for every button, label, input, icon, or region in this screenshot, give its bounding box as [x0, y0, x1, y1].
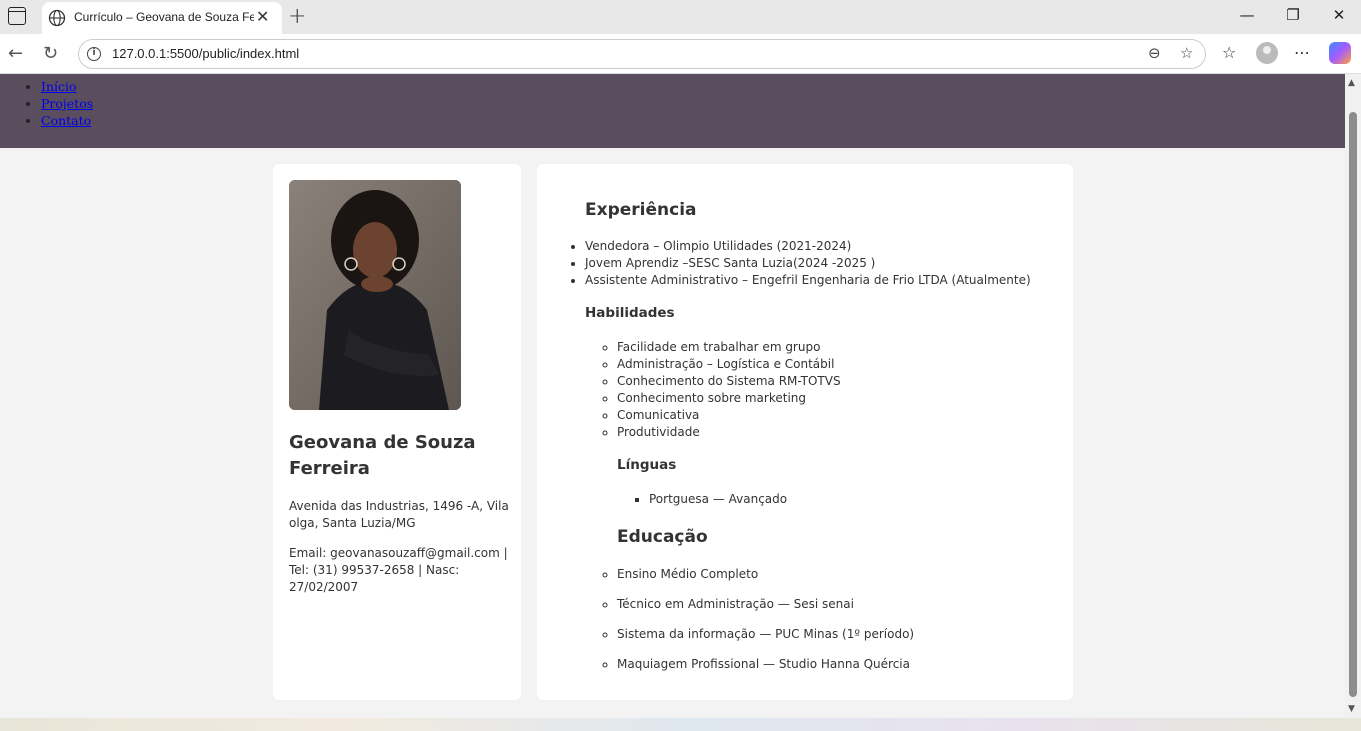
browser-toolbar: ← ↻ i 127.0.0.1:5500/public/index.html ⊖…	[0, 34, 1361, 74]
more-icon[interactable]: ⋯	[1294, 43, 1310, 62]
profile-address: Avenida das Industrias, 1496 -A, Vila ol…	[289, 499, 509, 530]
nav-item-inicio: Início	[41, 78, 93, 95]
tab-title: Currículo – Geovana de Souza Ferreira	[74, 10, 254, 24]
zoom-out-icon[interactable]: ⊖	[1148, 44, 1161, 62]
education-list: Ensino Médio Completo Técnico em Adminis…	[617, 566, 914, 686]
nav-link-projetos[interactable]: Projetos	[41, 96, 93, 111]
skills-heading: Habilidades	[585, 305, 675, 321]
list-item: Maquiagem Profissional — Studio Hanna Qu…	[617, 656, 914, 673]
address-bar[interactable]: i 127.0.0.1:5500/public/index.html ⊖ ☆	[78, 39, 1206, 69]
site-nav: Início Projetos Contato	[41, 78, 93, 129]
list-item: Sistema da informação — PUC Minas (1º pe…	[617, 626, 914, 643]
list-item: Produtividade	[617, 424, 841, 441]
list-item: Comunicativa	[617, 407, 841, 424]
scroll-up-icon[interactable]: ▲	[1348, 78, 1355, 88]
window-close-icon[interactable]: ✕	[1329, 6, 1349, 24]
scroll-thumb[interactable]	[1349, 112, 1357, 697]
list-item: Portguesa — Avançado	[649, 491, 787, 508]
favorites-icon[interactable]: ☆	[1222, 43, 1236, 62]
list-item: Ensino Médio Completo	[617, 566, 914, 583]
list-item: Conhecimento sobre marketing	[617, 390, 841, 407]
profile-card: Geovana de Souza Ferreira Avenida das In…	[273, 164, 521, 700]
profile-name: Geovana de Souza Ferreira	[289, 432, 476, 479]
list-item: Conhecimento do Sistema RM-TOTVS	[617, 373, 841, 390]
experience-heading: Experiência	[585, 200, 697, 220]
globe-icon	[48, 9, 66, 27]
resume-card: Experiência Vendedora – Olimpio Utilidad…	[537, 164, 1073, 700]
restore-icon[interactable]: ❐	[1283, 6, 1303, 24]
taskbar-strip	[0, 718, 1361, 731]
refresh-icon[interactable]: ↻	[43, 43, 58, 64]
page-viewport: Início Projetos Contato	[0, 74, 1345, 718]
tab-bar: Currículo – Geovana de Souza Ferreira ✕ …	[0, 0, 1361, 34]
profile-icon[interactable]	[1256, 42, 1278, 64]
nav-link-inicio[interactable]: Início	[41, 79, 77, 94]
nav-item-projetos: Projetos	[41, 95, 93, 112]
close-icon[interactable]: ✕	[256, 8, 269, 26]
profile-photo	[289, 180, 461, 410]
list-item: Administração – Logística e Contábil	[617, 356, 841, 373]
list-item: Assistente Administrativo – Engefril Eng…	[585, 272, 1031, 289]
info-icon[interactable]: i	[87, 47, 101, 61]
languages-heading: Línguas	[617, 457, 677, 473]
languages-list: Portguesa — Avançado	[649, 491, 787, 508]
list-item: Vendedora – Olimpio Utilidades (2021-202…	[585, 238, 1031, 255]
url-text: 127.0.0.1:5500/public/index.html	[112, 46, 300, 61]
experience-list: Vendedora – Olimpio Utilidades (2021-202…	[585, 238, 1031, 289]
star-icon[interactable]: ☆	[1180, 44, 1193, 62]
education-heading: Educação	[617, 527, 708, 547]
browser-tab[interactable]: Currículo – Geovana de Souza Ferreira ✕	[42, 2, 282, 34]
minimize-icon[interactable]: —	[1237, 6, 1257, 24]
scroll-down-icon[interactable]: ▼	[1348, 704, 1355, 714]
plus-icon[interactable]: +	[288, 4, 306, 29]
page-scrollbar[interactable]: ▲ ▼	[1345, 74, 1361, 718]
back-icon[interactable]: ←	[8, 43, 23, 64]
profile-contact: Email: geovanasouzaff@gmail.com | Tel: (…	[289, 546, 508, 594]
nav-item-contato: Contato	[41, 112, 93, 129]
list-item: Técnico em Administração — Sesi senai	[617, 596, 914, 613]
tab-list-icon[interactable]	[8, 7, 26, 25]
list-item: Facilidade em trabalhar em grupo	[617, 339, 841, 356]
list-item: Jovem Aprendiz –SESC Santa Luzia(2024 -2…	[585, 255, 1031, 272]
site-header: Início Projetos Contato	[0, 74, 1345, 148]
skills-list: Facilidade em trabalhar em grupo Adminis…	[617, 339, 841, 441]
nav-link-contato[interactable]: Contato	[41, 113, 91, 128]
copilot-icon[interactable]	[1329, 42, 1351, 64]
